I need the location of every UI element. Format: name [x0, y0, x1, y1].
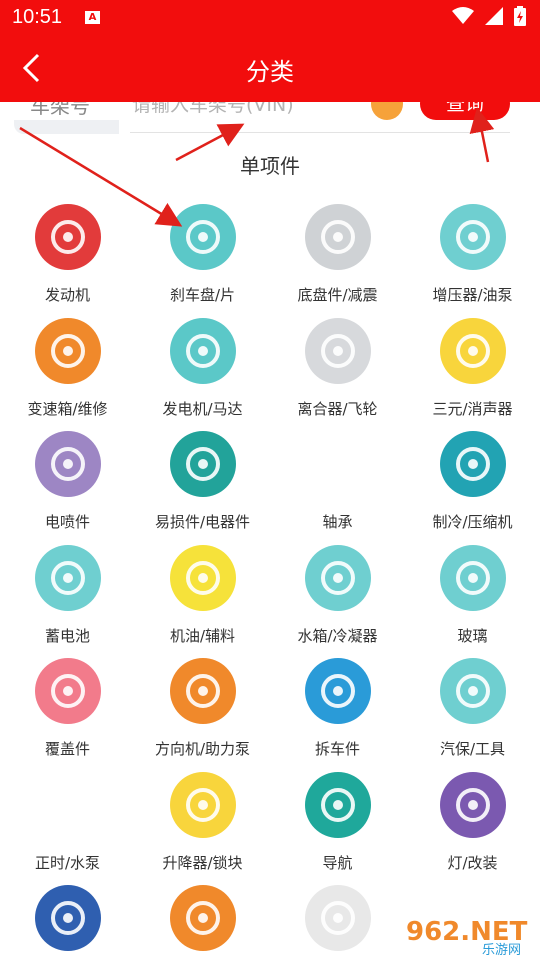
category-item[interactable]: 三元/消声器: [405, 317, 540, 431]
signal-icon: [485, 7, 503, 25]
category-label: 方向机/助力泵: [154, 740, 251, 758]
vin-label: 车架号: [30, 102, 90, 118]
spark-plug-icon: [35, 431, 101, 497]
lift-icon: [170, 771, 236, 838]
category-label: 玻璃: [457, 626, 488, 645]
category-label: 离合器/飞轮: [297, 399, 378, 418]
cooling-fan-icon: [440, 431, 506, 497]
page-title: 分类: [246, 58, 294, 86]
camera-icon[interactable]: [371, 102, 403, 120]
category-label: 汽保/工具: [439, 740, 506, 758]
status-bar: 10:51 A: [0, 0, 540, 34]
category-item[interactable]: 升降器/锁块: [135, 771, 270, 885]
category-label: 水箱/冷凝器: [297, 626, 378, 645]
category-item[interactable]: 拆车件: [270, 658, 405, 771]
category-label: 机油/辅料: [169, 626, 236, 645]
category-item[interactable]: [270, 885, 405, 960]
category-item[interactable]: 汽保/工具: [405, 658, 540, 771]
category-label: 发电机/马达: [162, 399, 243, 418]
category-item[interactable]: 发电机/马达: [135, 317, 270, 431]
category-label: 灯/改装: [447, 853, 498, 872]
wheel-bearing-icon: [305, 431, 371, 497]
category-label: 升降器/锁块: [162, 853, 243, 872]
gearbox-icon: [35, 317, 101, 384]
category-item[interactable]: 蓄电池: [0, 544, 135, 658]
location-pin-icon: [305, 771, 371, 838]
category-label: 蓄电池: [44, 626, 90, 645]
category-item[interactable]: 电喷件: [0, 431, 135, 544]
category-item[interactable]: 易损件/电器件: [135, 431, 270, 544]
vin-label-background: [14, 120, 119, 134]
category-label: 轴承: [322, 513, 353, 531]
category-label: 覆盖件: [44, 740, 90, 758]
category-item[interactable]: 底盘件/减震: [270, 204, 405, 317]
category-label: 刹车盘/片: [169, 286, 236, 304]
vin-input[interactable]: 请输入车架号(VIN): [132, 102, 294, 117]
category-item[interactable]: [135, 885, 270, 960]
system-icons: [452, 6, 526, 26]
alternator-icon: [170, 317, 236, 384]
category-item[interactable]: 水箱/冷凝器: [270, 544, 405, 658]
brake-disc-icon: [170, 204, 236, 270]
query-button[interactable]: 查询: [420, 102, 510, 120]
rotor-icon: [170, 431, 236, 497]
category-item[interactable]: 玻璃: [405, 544, 540, 658]
chassis-shock-icon: [305, 204, 371, 270]
car-door-icon: [35, 658, 101, 724]
category-item[interactable]: 方向机/助力泵: [135, 658, 270, 771]
site-watermark: 962.NET 乐游网: [400, 912, 536, 958]
status-time: 10:51: [12, 6, 63, 28]
engine-icon: [35, 204, 101, 270]
muffler-icon: [440, 317, 506, 384]
category-item[interactable]: 刹车盘/片: [135, 204, 270, 317]
category-item[interactable]: 机油/辅料: [135, 544, 270, 658]
watermark-sub: 乐游网: [482, 943, 521, 956]
category-label: 正时/水泵: [34, 853, 101, 872]
clutch-icon: [305, 317, 371, 384]
category-item[interactable]: 灯/改装: [405, 771, 540, 885]
drive-shaft-icon: [35, 885, 101, 951]
category-item[interactable]: [0, 885, 135, 960]
turbocharger-icon: [440, 204, 506, 270]
vin-search-row: 车架号 请输入车架号(VIN) 查询: [0, 102, 540, 136]
bumper-icon: [170, 885, 236, 951]
category-item[interactable]: 变速箱/维修: [0, 317, 135, 431]
tools-icon: [440, 658, 506, 724]
category-label: 变速箱/维修: [27, 399, 108, 418]
title-bar: 分类: [0, 34, 540, 102]
category-label: 制冷/压缩机: [432, 513, 513, 531]
category-label: 电喷件: [44, 513, 90, 531]
category-label: 增压器/油泵: [432, 286, 513, 304]
wifi-icon: [452, 7, 474, 24]
category-item[interactable]: 离合器/飞轮: [270, 317, 405, 431]
windshield-icon: [440, 544, 506, 611]
category-item[interactable]: 导航: [270, 771, 405, 885]
category-item[interactable]: 正时/水泵: [0, 771, 135, 885]
category-label: 底盘件/减震: [297, 286, 378, 304]
category-item[interactable]: 轴承: [270, 431, 405, 544]
category-item[interactable]: 发动机: [0, 204, 135, 317]
category-label: 三元/消声器: [432, 399, 513, 418]
headlight-icon: [440, 771, 506, 838]
battery-charging-icon: [514, 6, 526, 26]
category-label: 发动机: [44, 286, 90, 304]
category-item[interactable]: 覆盖件: [0, 658, 135, 771]
category-item[interactable]: 制冷/压缩机: [405, 431, 540, 544]
tire-icon: [305, 885, 371, 951]
category-label: 导航: [322, 853, 353, 872]
oil-can-icon: [170, 544, 236, 611]
recycle-icon: [305, 658, 371, 724]
section-title: 单项件: [240, 154, 300, 178]
category-label: 拆车件: [314, 740, 360, 758]
category-item[interactable]: 增压器/油泵: [405, 204, 540, 317]
radiator-icon: [305, 544, 371, 611]
timing-belt-icon: [35, 771, 101, 838]
input-underline: [130, 132, 510, 133]
category-label: 易损件/电器件: [154, 513, 251, 531]
steering-wheel-icon: [170, 658, 236, 724]
battery-icon: [35, 544, 101, 611]
app-notification-icon: A: [85, 11, 100, 24]
